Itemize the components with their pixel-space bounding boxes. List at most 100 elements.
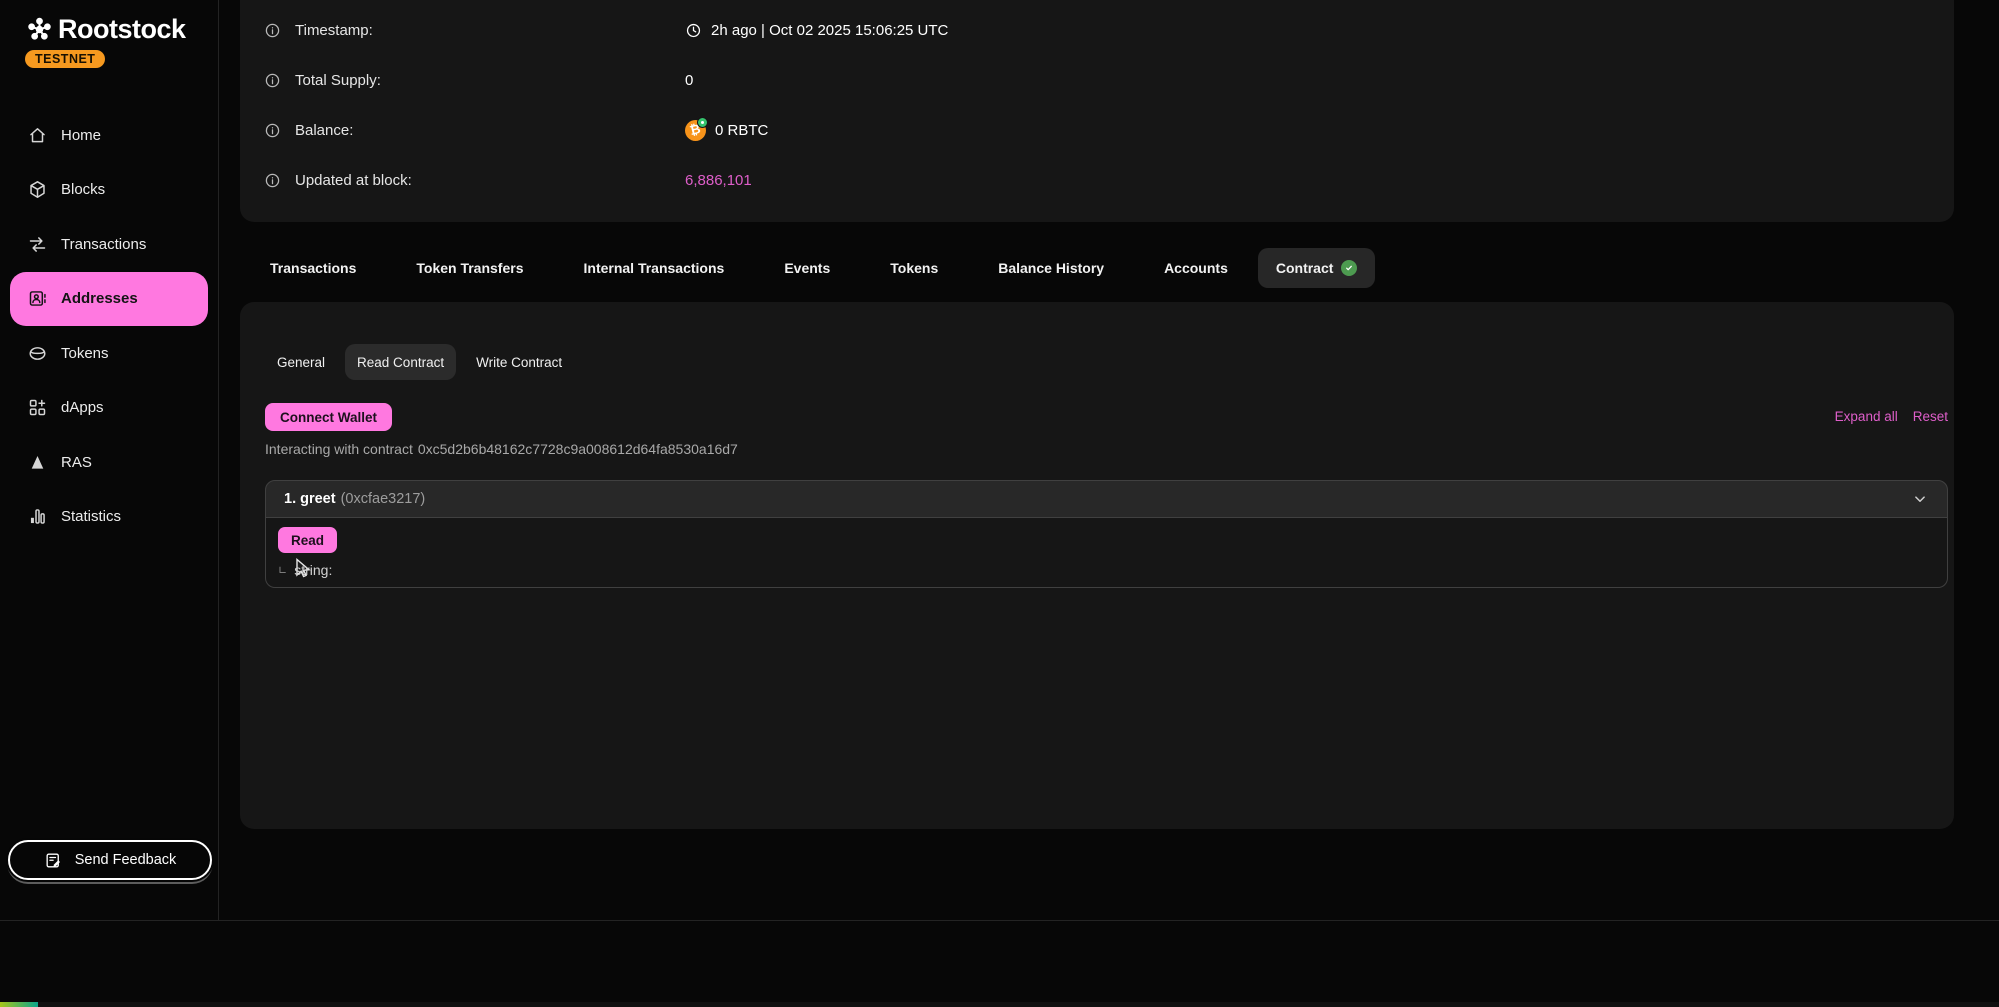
sidebar-item-home[interactable]: Home bbox=[0, 108, 218, 163]
branch-glyph: ∟ bbox=[278, 564, 287, 577]
sidebar-item-ras[interactable]: RAS bbox=[0, 435, 218, 490]
method-selector: (0xcfae3217) bbox=[341, 491, 426, 507]
balance-value: 0 RBTC bbox=[715, 122, 768, 139]
sidebar-nav: Home Blocks Transactions bbox=[0, 108, 218, 544]
transactions-arrows-icon bbox=[27, 234, 48, 255]
timestamp-label: Timestamp: bbox=[295, 22, 373, 39]
sidebar-item-label: Addresses bbox=[61, 290, 138, 307]
blocks-cube-icon bbox=[27, 179, 48, 200]
ras-triangle-icon bbox=[27, 452, 48, 473]
timestamp-value: 2h ago | Oct 02 2025 15:06:25 UTC bbox=[711, 22, 948, 39]
rootstock-logo[interactable]: Rootstock bbox=[26, 14, 186, 45]
output-line: ∟ string: bbox=[278, 562, 332, 578]
detail-row-total-supply: Total Supply: 0 bbox=[264, 63, 1930, 97]
method-name: 1. greet bbox=[284, 491, 336, 507]
interacting-line: Interacting with contract 0xc5d2b6b48162… bbox=[265, 441, 738, 457]
sidebar-item-transactions[interactable]: Transactions bbox=[0, 217, 218, 272]
detail-row-balance: Balance: ₿ 0 RBTC bbox=[264, 113, 1930, 147]
interacting-prefix: Interacting with contract bbox=[265, 441, 413, 457]
subtab-read-contract[interactable]: Read Contract bbox=[345, 344, 456, 380]
tab-accounts[interactable]: Accounts bbox=[1134, 248, 1258, 288]
feedback-note-icon bbox=[44, 851, 63, 870]
method-accordion: 1. greet (0xcfae3217) Read ∟ string: bbox=[265, 480, 1948, 588]
contract-verified-icon bbox=[1341, 260, 1357, 276]
contract-subtabs: General Read Contract Write Contract bbox=[265, 344, 574, 380]
balance-label: Balance: bbox=[295, 122, 353, 139]
chevron-down-icon bbox=[1911, 490, 1929, 508]
subtab-label: Write Contract bbox=[476, 355, 562, 370]
sidebar-item-label: dApps bbox=[61, 399, 104, 416]
updated-block-label: Updated at block: bbox=[295, 172, 412, 189]
total-supply-label: Total Supply: bbox=[295, 72, 381, 89]
horizontal-scrollbar-track bbox=[0, 1002, 1999, 1007]
accordion-controls: Expand all Reset bbox=[1835, 409, 1948, 424]
total-supply-value: 0 bbox=[685, 72, 693, 89]
method-accordion-header[interactable]: 1. greet (0xcfae3217) bbox=[265, 480, 1948, 518]
home-icon bbox=[27, 125, 48, 146]
tab-tokens[interactable]: Tokens bbox=[860, 248, 968, 288]
tab-transactions[interactable]: Transactions bbox=[240, 248, 386, 288]
subtab-general[interactable]: General bbox=[265, 344, 337, 380]
rootstock-flower-icon bbox=[26, 16, 53, 43]
output-type-label: string: bbox=[294, 562, 332, 578]
sidebar-item-label: Statistics bbox=[61, 508, 121, 525]
tab-label: Internal Transactions bbox=[584, 260, 725, 276]
tab-label: Transactions bbox=[270, 260, 356, 276]
expand-all-link[interactable]: Expand all bbox=[1835, 409, 1898, 424]
testnet-badge: TESTNET bbox=[25, 50, 105, 68]
send-feedback-button[interactable]: Send Feedback bbox=[8, 840, 212, 880]
sidebar-item-label: Transactions bbox=[61, 236, 146, 253]
footer: Built by RootstockLabs Copyright © 2025 … bbox=[0, 920, 1999, 1007]
contract-panel: General Read Contract Write Contract Con… bbox=[240, 302, 1954, 829]
sidebar: Rootstock TESTNET Home Blocks bbox=[0, 0, 219, 920]
sidebar-item-statistics[interactable]: Statistics bbox=[0, 490, 218, 545]
timestamp-value-group: 2h ago | Oct 02 2025 15:06:25 UTC bbox=[685, 22, 948, 39]
method-accordion-body: Read ∟ string: bbox=[265, 518, 1948, 588]
tab-label: Tokens bbox=[890, 260, 938, 276]
subtab-label: Read Contract bbox=[357, 355, 444, 370]
reset-link[interactable]: Reset bbox=[1913, 409, 1948, 424]
subtab-write-contract[interactable]: Write Contract bbox=[464, 344, 574, 380]
send-feedback-label: Send Feedback bbox=[75, 852, 177, 868]
info-circle-icon[interactable] bbox=[264, 122, 281, 139]
rbtc-coin-icon: ₿ bbox=[685, 120, 706, 141]
tab-label: Token Transfers bbox=[416, 260, 523, 276]
sidebar-item-label: RAS bbox=[61, 454, 92, 471]
tab-label: Events bbox=[784, 260, 830, 276]
info-circle-icon[interactable] bbox=[264, 22, 281, 39]
balance-value-group: ₿ 0 RBTC bbox=[685, 120, 768, 141]
statistics-bars-icon bbox=[27, 506, 48, 527]
tab-label: Accounts bbox=[1164, 260, 1228, 276]
sidebar-item-addresses[interactable]: Addresses bbox=[10, 272, 208, 327]
address-details-card: Timestamp: 2h ago | Oct 02 2025 15:06:25… bbox=[240, 0, 1954, 222]
horizontal-scrollbar-thumb[interactable] bbox=[0, 1002, 38, 1007]
detail-row-timestamp: Timestamp: 2h ago | Oct 02 2025 15:06:25… bbox=[264, 13, 1930, 47]
tab-contract[interactable]: Contract bbox=[1258, 248, 1376, 288]
detail-row-updated-block: Updated at block: 6,886,101 bbox=[264, 163, 1930, 197]
tab-token-transfers[interactable]: Token Transfers bbox=[386, 248, 553, 288]
tab-label: Contract bbox=[1276, 260, 1334, 276]
info-circle-icon[interactable] bbox=[264, 72, 281, 89]
sidebar-item-blocks[interactable]: Blocks bbox=[0, 163, 218, 218]
block-number-link[interactable]: 6,886,101 bbox=[685, 172, 752, 189]
main-content: Timestamp: 2h ago | Oct 02 2025 15:06:25… bbox=[218, 0, 1999, 920]
sidebar-item-dapps[interactable]: dApps bbox=[0, 381, 218, 436]
tokens-coin-icon bbox=[27, 343, 48, 364]
tab-internal-transactions[interactable]: Internal Transactions bbox=[554, 248, 755, 288]
sidebar-item-tokens[interactable]: Tokens bbox=[0, 326, 218, 381]
dapps-grid-icon bbox=[27, 397, 48, 418]
info-circle-icon[interactable] bbox=[264, 172, 281, 189]
rbtc-verified-badge bbox=[697, 117, 708, 128]
read-button[interactable]: Read bbox=[278, 527, 337, 553]
connect-wallet-button[interactable]: Connect Wallet bbox=[265, 403, 392, 431]
sidebar-item-label: Tokens bbox=[61, 345, 109, 362]
sidebar-item-label: Home bbox=[61, 127, 101, 144]
tab-balance-history[interactable]: Balance History bbox=[968, 248, 1134, 288]
addresses-card-icon bbox=[27, 288, 48, 309]
subtab-label: General bbox=[277, 355, 325, 370]
logo-wordmark: Rootstock bbox=[58, 14, 186, 45]
contract-address: 0xc5d2b6b48162c7728c9a008612d64fa8530a16… bbox=[418, 441, 738, 457]
tab-label: Balance History bbox=[998, 260, 1104, 276]
tab-events[interactable]: Events bbox=[754, 248, 860, 288]
sidebar-item-label: Blocks bbox=[61, 181, 105, 198]
